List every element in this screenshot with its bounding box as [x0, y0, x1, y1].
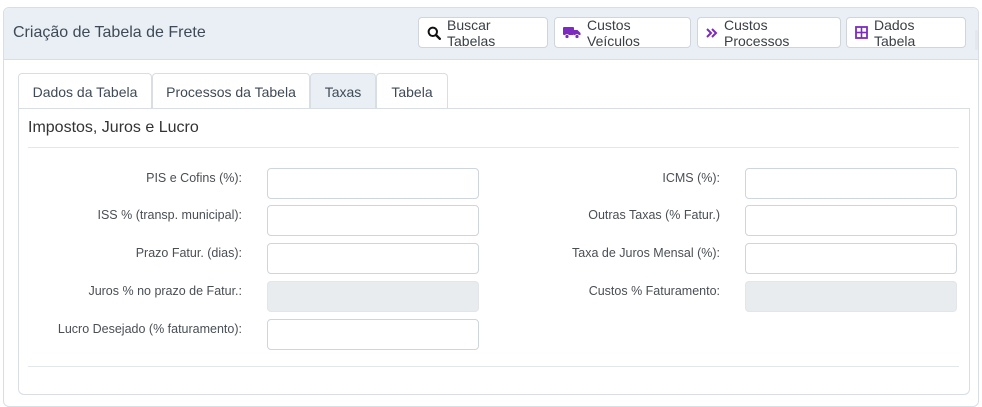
tab-label: Dados da Tabela [32, 83, 138, 100]
taxes-panel: Impostos, Juros e Lucro PIS e Cofins (%)… [18, 108, 970, 395]
tab-tabela[interactable]: Tabela [376, 73, 448, 109]
pis-cofins-label: PIS e Cofins (%): [146, 171, 242, 185]
billing-costs-label: Custos % Faturamento: [588, 284, 720, 298]
pis-cofins-input[interactable] [267, 168, 479, 199]
other-taxes-input[interactable] [745, 205, 957, 236]
monthly-interest-input[interactable] [745, 243, 957, 274]
divider [28, 366, 959, 367]
card-header: Criação de Tabela de Frete Buscar Tabela… [4, 8, 978, 60]
table-data-button[interactable]: Dados Tabela [846, 16, 966, 49]
other-taxes-label: Outras Taxas (% Fatur.) [588, 208, 720, 222]
search-tables-button[interactable]: Buscar Tabelas [418, 16, 548, 49]
monthly-interest-label: Taxa de Juros Mensal (%): [572, 246, 720, 260]
icms-input[interactable] [745, 168, 957, 199]
icms-label: ICMS (%): [662, 171, 720, 185]
vehicle-costs-label: Custos Veículos [587, 16, 640, 49]
divider [28, 147, 959, 148]
tab-label: Tabela [391, 83, 433, 100]
iss-label: ISS % (transp. municipal): [97, 208, 243, 222]
freight-table-card: Criação de Tabela de Frete Buscar Tabela… [3, 7, 979, 407]
desired-profit-input[interactable] [267, 319, 479, 350]
page-title: Criação de Tabela de Frete [13, 24, 206, 41]
scroll-edge [975, 30, 978, 50]
table-data-label: Dados Tabela [874, 16, 916, 49]
payment-term-label: Prazo Fatur. (dias): [135, 246, 242, 260]
interest-on-term-label: Juros % no prazo de Fatur.: [88, 284, 242, 298]
truck-icon [563, 26, 581, 39]
table-grid-icon [855, 26, 868, 39]
search-tables-label: Buscar Tabelas [447, 16, 496, 49]
process-costs-label: Custos Processos [724, 16, 790, 49]
tab-label: Taxas [324, 83, 362, 100]
search-icon [427, 26, 441, 40]
interest-on-term-field [267, 281, 479, 312]
payment-term-input[interactable] [267, 243, 479, 274]
billing-costs-field [745, 281, 957, 312]
tab-dados-da-tabela[interactable]: Dados da Tabela [18, 73, 152, 109]
process-costs-button[interactable]: Custos Processos [697, 16, 841, 49]
tab-label: Processos da Tabela [166, 83, 296, 100]
tab-taxas[interactable]: Taxas [310, 73, 376, 109]
iss-input[interactable] [267, 205, 479, 236]
vehicle-costs-button[interactable]: Custos Veículos [554, 16, 691, 49]
double-chevron-right-icon [706, 27, 718, 39]
section-title: Impostos, Juros e Lucro [28, 119, 199, 136]
desired-profit-label: Lucro Desejado (% faturamento): [57, 322, 242, 336]
tab-processos-da-tabela[interactable]: Processos da Tabela [152, 73, 310, 109]
